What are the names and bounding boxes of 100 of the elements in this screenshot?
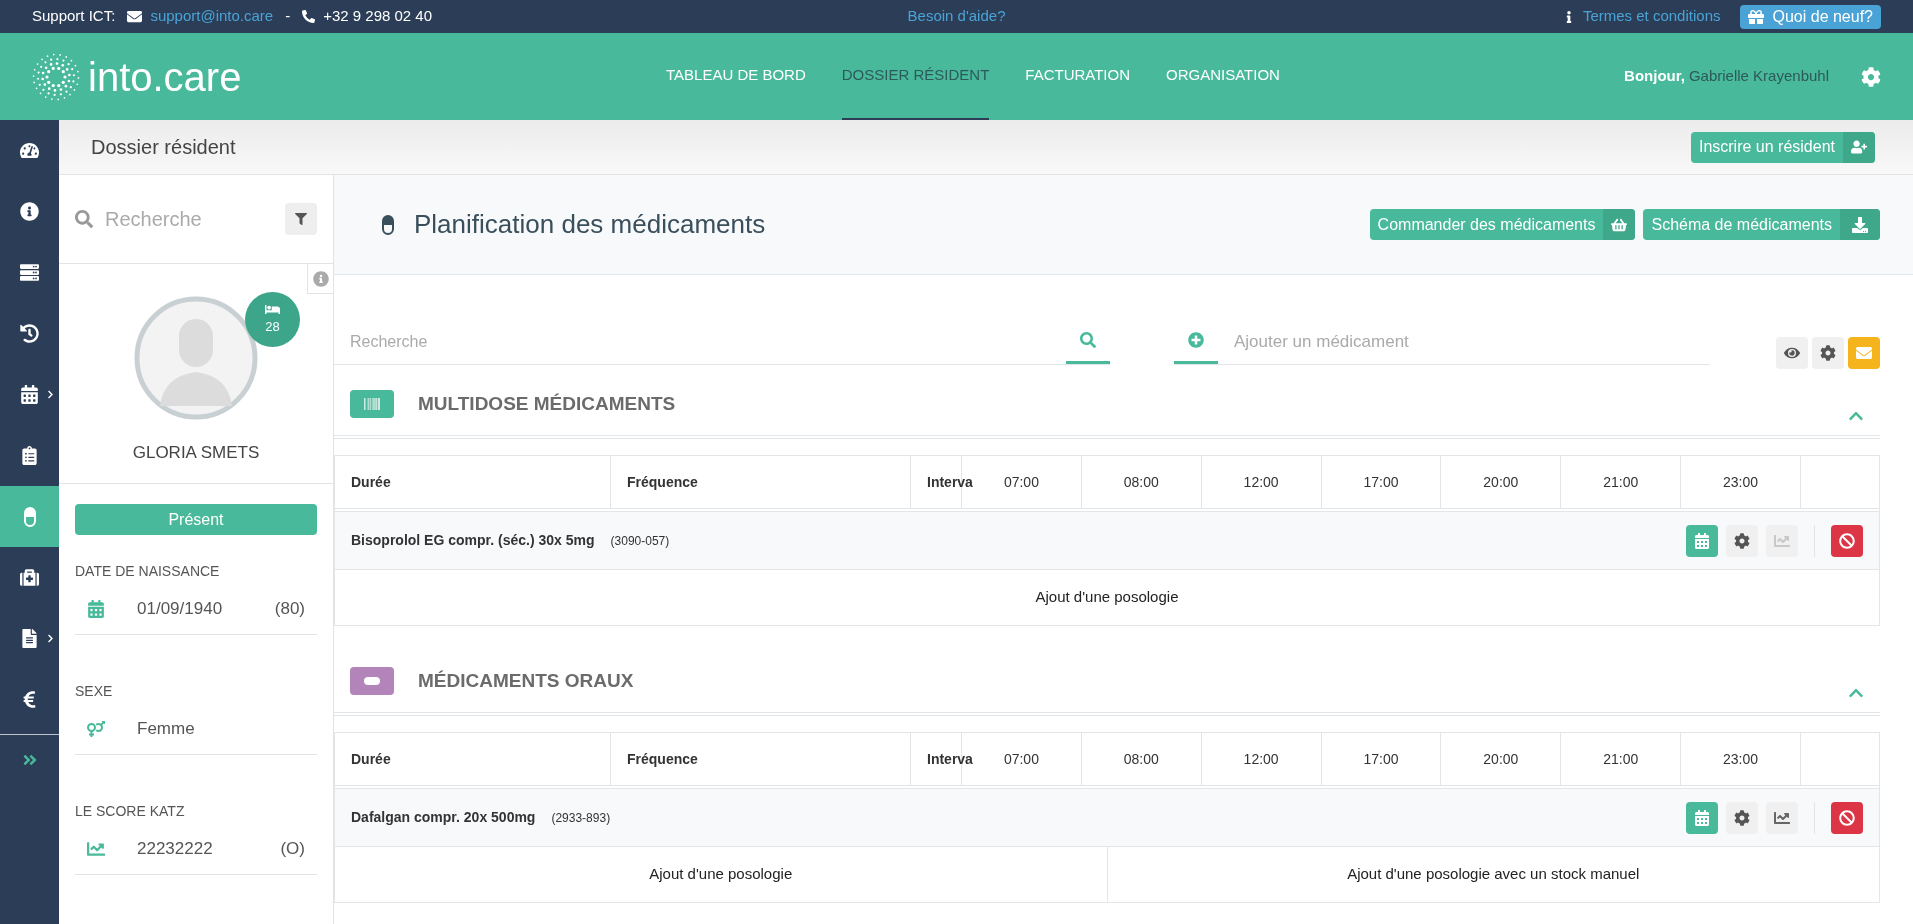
phone-icon <box>302 10 316 23</box>
add-dosage-button[interactable]: Ajout d'une posologie avec un stock manuel <box>1106 847 1879 902</box>
order-medication-button[interactable]: Commander des médicaments <box>1369 209 1636 240</box>
calendar-icon <box>1694 809 1710 826</box>
info-icon <box>20 202 39 221</box>
settings-icon <box>1734 809 1750 826</box>
column-header: 12:00 <box>1243 749 1279 769</box>
column-header: Fréquence <box>627 472 698 492</box>
envelope-icon <box>127 9 143 24</box>
chart-button[interactable] <box>1766 801 1798 834</box>
register-resident-button[interactable]: Inscrire un résident <box>1690 131 1875 163</box>
column-header: Interva <box>927 472 973 492</box>
column-header: 07:00 <box>1003 749 1039 769</box>
column-header: 07:00 <box>1003 472 1039 492</box>
field-value: Femme <box>137 717 196 740</box>
drug-code: (2933-893) <box>551 809 611 827</box>
view-button[interactable] <box>1776 337 1808 369</box>
resident-name: GLORIA SMETS <box>132 442 260 464</box>
calendar-icon <box>1694 532 1710 549</box>
field-label: LE SCORE KATZ <box>75 803 185 819</box>
column-header: Durée <box>351 749 391 769</box>
gift-icon <box>1748 8 1765 25</box>
email-link[interactable]: support@into.care <box>150 5 274 28</box>
history-icon <box>20 324 39 343</box>
chart-icon <box>87 839 105 858</box>
settings-button[interactable] <box>1812 337 1844 369</box>
plus-icon <box>1188 332 1204 348</box>
news-button[interactable]: Quoi de neuf? <box>1740 4 1881 29</box>
status-button[interactable]: Présent <box>75 504 317 535</box>
add-dosage-button[interactable]: Ajout d'une posologie <box>335 847 1107 902</box>
medkit-icon <box>20 568 39 587</box>
delete-button[interactable] <box>1831 801 1863 834</box>
filter-button[interactable] <box>285 203 317 235</box>
filter-icon <box>295 213 307 225</box>
dashboard-icon <box>20 141 39 160</box>
terms-link[interactable]: Termes et conditions <box>1582 5 1721 28</box>
settings-button[interactable] <box>1726 801 1758 834</box>
nav-tab[interactable]: TABLEAU DE BORD <box>666 33 806 120</box>
settings-icon <box>1820 345 1836 361</box>
ban-icon <box>1839 809 1855 826</box>
ban-icon <box>1839 532 1855 549</box>
download-icon <box>1852 216 1868 233</box>
search-icon <box>1080 332 1096 348</box>
user-name: Gabrielle Krayenbuhl <box>1688 66 1829 87</box>
medication-schema-button[interactable]: Schéma de médicaments <box>1643 209 1880 240</box>
search-icon <box>75 210 93 228</box>
logo-icon <box>32 52 80 101</box>
envelope-icon <box>1856 345 1872 361</box>
column-header: 17:00 <box>1363 472 1399 492</box>
chevron-icon <box>46 634 55 643</box>
document-icon <box>20 629 39 648</box>
checklist-icon <box>20 446 39 465</box>
field-extra: (80) <box>274 597 305 620</box>
settings-icon <box>1734 532 1750 549</box>
column-header: Interva <box>927 749 973 769</box>
column-header: 12:00 <box>1243 472 1279 492</box>
search-field[interactable]: Recherche <box>105 204 273 234</box>
drug-code: (3090-057) <box>610 532 670 550</box>
add-medication-field[interactable]: Ajouter un médicament <box>1234 328 1710 355</box>
page-title: Dossier résident <box>91 135 237 160</box>
double-chevron-icon <box>21 752 38 768</box>
user-plus-icon <box>1851 139 1867 155</box>
calendar-icon <box>20 385 39 404</box>
column-header: 08:00 <box>1123 749 1159 769</box>
drug-name: Bisoprolol EG compr. (séc.) 30x 5mg <box>351 531 595 550</box>
gender-icon <box>87 719 105 738</box>
basket-icon <box>1611 216 1628 233</box>
column-header: Fréquence <box>627 749 698 769</box>
chart-icon <box>1774 809 1790 826</box>
column-header: Durée <box>351 472 391 492</box>
nav-tab[interactable]: FACTURATION <box>1025 33 1131 120</box>
capsule-icon <box>23 506 36 527</box>
logo-text: into.care <box>88 53 242 101</box>
field-extra: (O) <box>280 837 305 860</box>
column-header: 21:00 <box>1603 472 1639 492</box>
nav-tab[interactable]: ORGANISATION <box>1166 33 1280 120</box>
eye-icon <box>1784 345 1800 361</box>
field-value: 01/09/1940 <box>137 597 224 620</box>
capsule-icon <box>382 214 394 235</box>
settings-button[interactable] <box>1726 524 1758 557</box>
calendar-icon <box>87 599 105 618</box>
section-title: MULTIDOSE MÉDICAMENTS <box>418 391 676 416</box>
separator: - <box>285 6 291 27</box>
medication-search-field[interactable]: Recherche <box>350 329 1066 354</box>
add-dosage-button[interactable]: Ajout d'une posologie <box>335 570 1879 625</box>
column-header: 08:00 <box>1123 472 1159 492</box>
help-link[interactable]: Besoin d'aide? <box>907 5 1006 28</box>
field-label: SEXE <box>75 683 113 699</box>
chart-icon <box>1774 532 1790 549</box>
support-label: Support ICT: <box>32 6 116 27</box>
room-number: 28 <box>265 318 280 337</box>
drug-name: Dafalgan compr. 20x 500mg <box>351 808 536 827</box>
phone-number: +32 9 298 02 40 <box>323 6 433 27</box>
greeting: Bonjour, <box>1624 66 1685 87</box>
column-header: 23:00 <box>1723 749 1759 769</box>
field-label: DATE DE NAISSANCE <box>75 563 220 579</box>
column-header: 20:00 <box>1483 472 1519 492</box>
column-header: 23:00 <box>1723 472 1759 492</box>
delete-button[interactable] <box>1831 524 1863 557</box>
column-header: 17:00 <box>1363 749 1399 769</box>
